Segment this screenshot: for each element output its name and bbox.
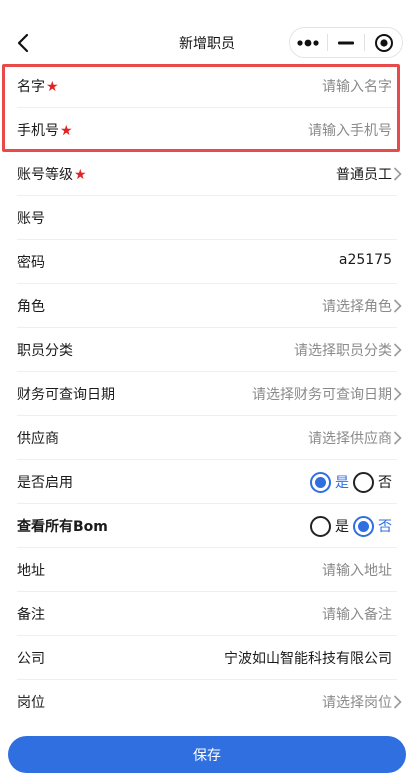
radio-checked-icon[interactable] bbox=[353, 515, 374, 537]
company-value[interactable]: 宁波如山智能科技有限公司 bbox=[224, 648, 392, 668]
field-label: 名字★ bbox=[17, 79, 59, 95]
radio-label: 是 bbox=[335, 519, 349, 535]
radio-label: 否 bbox=[378, 519, 392, 535]
radio-unchecked-icon[interactable] bbox=[353, 471, 374, 493]
finance-date-select[interactable]: 请选择财务可查询日期 bbox=[252, 384, 392, 404]
field-label: 账号 bbox=[17, 211, 45, 227]
form-row-enabled: 是否启用 是 否 bbox=[0, 460, 414, 504]
radio-checked-icon[interactable] bbox=[310, 471, 331, 493]
role-select[interactable]: 请选择角色 bbox=[322, 296, 392, 316]
target-close-icon bbox=[374, 33, 393, 52]
form-row-password[interactable]: 密码 a25175 bbox=[0, 240, 414, 284]
category-select[interactable]: 请选择职员分类 bbox=[294, 340, 392, 360]
form-row-phone[interactable]: 手机号★ 请输入手机号 bbox=[0, 108, 414, 152]
form-row-post[interactable]: 岗位 请选择岗位 bbox=[0, 680, 414, 724]
footer-bar: 保存 bbox=[0, 728, 414, 780]
form-row-account[interactable]: 账号 bbox=[0, 196, 414, 240]
form-row-role[interactable]: 角色 请选择角色 bbox=[0, 284, 414, 328]
field-label: 是否启用 bbox=[17, 475, 73, 491]
more-dots-icon bbox=[297, 39, 319, 46]
required-star: ★ bbox=[74, 167, 87, 183]
field-label: 岗位 bbox=[17, 695, 45, 711]
view-bom-no-option[interactable]: 否 bbox=[353, 515, 392, 537]
minimize-button[interactable] bbox=[328, 28, 365, 57]
field-label: 密码 bbox=[17, 255, 45, 271]
password-input[interactable]: a25175 bbox=[339, 252, 392, 268]
chevron-right-icon bbox=[393, 695, 402, 709]
remark-input[interactable]: 请输入备注 bbox=[322, 604, 392, 624]
supplier-select[interactable]: 请选择供应商 bbox=[308, 428, 392, 448]
address-input[interactable]: 请输入地址 bbox=[322, 560, 392, 580]
radio-label: 是 bbox=[335, 475, 349, 491]
field-label: 账号等级★ bbox=[17, 167, 87, 183]
field-label: 备注 bbox=[17, 607, 45, 623]
form-row-view-bom: 查看所有Bom 是 否 bbox=[0, 504, 414, 548]
view-bom-yes-option[interactable]: 是 bbox=[310, 515, 349, 537]
enabled-no-option[interactable]: 否 bbox=[353, 471, 392, 493]
view-bom-radio-group: 是 否 bbox=[306, 514, 392, 538]
form-row-finance-date[interactable]: 财务可查询日期 请选择财务可查询日期 bbox=[0, 372, 414, 416]
chevron-right-icon bbox=[393, 431, 402, 445]
save-button[interactable]: 保存 bbox=[8, 736, 406, 773]
field-label: 供应商 bbox=[17, 431, 59, 447]
field-label: 地址 bbox=[17, 563, 45, 579]
form-row-remark[interactable]: 备注 请输入备注 bbox=[0, 592, 414, 636]
form-row-company[interactable]: 公司 宁波如山智能科技有限公司 bbox=[0, 636, 414, 680]
field-label: 角色 bbox=[17, 299, 45, 315]
level-select[interactable]: 普通员工 bbox=[336, 164, 392, 184]
form-row-name[interactable]: 名字★ 请输入名字 bbox=[0, 64, 414, 108]
radio-label: 否 bbox=[378, 475, 392, 491]
enabled-yes-option[interactable]: 是 bbox=[310, 471, 349, 493]
form-row-level[interactable]: 账号等级★ 普通员工 bbox=[0, 152, 414, 196]
field-label: 手机号★ bbox=[17, 123, 73, 139]
mini-program-capsule bbox=[289, 27, 403, 58]
field-label: 财务可查询日期 bbox=[17, 387, 115, 403]
field-label: 公司 bbox=[17, 651, 45, 667]
name-input[interactable]: 请输入名字 bbox=[322, 76, 392, 96]
close-button[interactable] bbox=[365, 28, 402, 57]
more-button[interactable] bbox=[290, 28, 327, 57]
required-star: ★ bbox=[46, 79, 59, 95]
form-row-address[interactable]: 地址 请输入地址 bbox=[0, 548, 414, 592]
phone-input[interactable]: 请输入手机号 bbox=[308, 120, 392, 140]
enabled-radio-group: 是 否 bbox=[306, 470, 392, 494]
minimize-icon bbox=[338, 41, 354, 44]
form-row-supplier[interactable]: 供应商 请选择供应商 bbox=[0, 416, 414, 460]
radio-unchecked-icon[interactable] bbox=[310, 515, 331, 537]
field-label: 查看所有Bom bbox=[17, 519, 108, 535]
required-star: ★ bbox=[60, 123, 73, 139]
chevron-right-icon bbox=[393, 299, 402, 313]
form-row-category[interactable]: 职员分类 请选择职员分类 bbox=[0, 328, 414, 372]
chevron-right-icon bbox=[393, 343, 402, 357]
post-select[interactable]: 请选择岗位 bbox=[322, 692, 392, 712]
chevron-right-icon bbox=[393, 387, 402, 401]
chevron-right-icon bbox=[393, 167, 402, 181]
field-label: 职员分类 bbox=[17, 343, 73, 359]
